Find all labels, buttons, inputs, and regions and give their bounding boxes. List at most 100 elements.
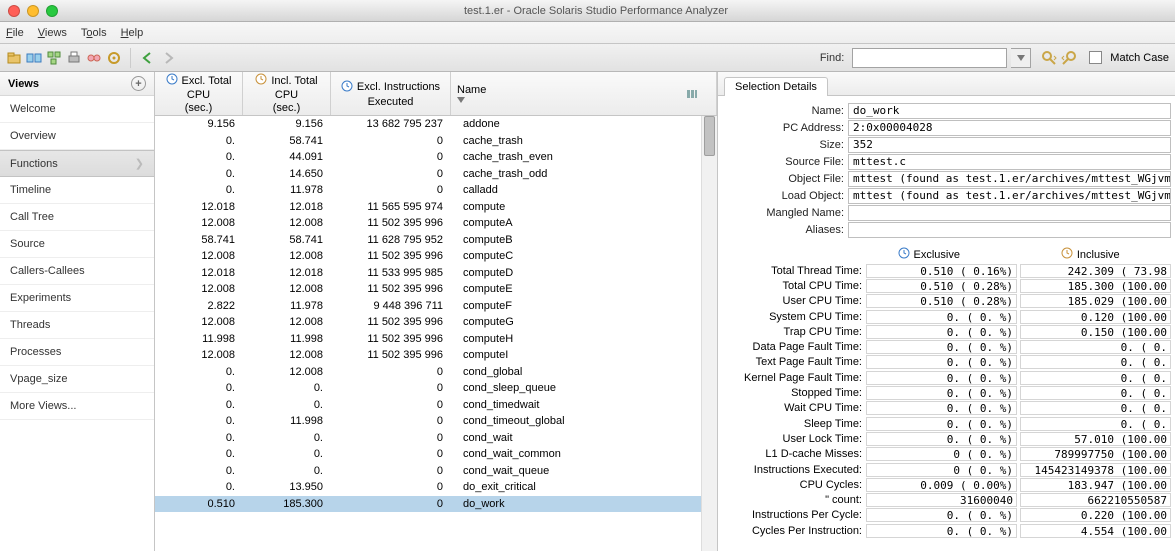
- connect-icon[interactable]: [86, 50, 102, 66]
- sidebar-item-overview[interactable]: Overview: [0, 123, 154, 150]
- cell-name: computeH: [451, 333, 717, 345]
- metric-inclusive: 0. ( 0.: [1020, 355, 1171, 369]
- cell-incl-cpu: 11.998: [243, 415, 331, 427]
- exclusive-icon: [898, 247, 910, 262]
- inclusive-icon: [1061, 247, 1073, 262]
- sidebar-item-call-tree[interactable]: Call Tree: [0, 204, 154, 231]
- table-row[interactable]: 0.0.0cond_wait_common: [155, 446, 717, 463]
- label-object-file: Object File:: [722, 173, 848, 185]
- add-view-icon[interactable]: +: [131, 76, 146, 91]
- cell-excl-cpu: 12.018: [155, 201, 243, 213]
- settings-icon[interactable]: [106, 50, 122, 66]
- table-row[interactable]: 11.99811.99811 502 395 996computeH: [155, 331, 717, 348]
- table-row[interactable]: 9.1569.15613 682 795 237addone: [155, 116, 717, 133]
- column-config-icon[interactable]: [685, 72, 699, 116]
- views-sidebar: Views + WelcomeOverviewFunctions❯Timelin…: [0, 72, 155, 551]
- table-row[interactable]: 12.00812.00811 502 395 996computeI: [155, 347, 717, 364]
- table-scrollbar[interactable]: [701, 116, 717, 551]
- open-experiment-icon[interactable]: [6, 50, 22, 66]
- table-row[interactable]: 0.12.0080cond_global: [155, 364, 717, 381]
- aggregate-icon[interactable]: [46, 50, 62, 66]
- sidebar-item-threads[interactable]: Threads: [0, 312, 154, 339]
- cell-excl-cpu: 12.008: [155, 283, 243, 295]
- cell-excl-cpu: 11.998: [155, 333, 243, 345]
- tab-selection-details[interactable]: Selection Details: [724, 77, 828, 96]
- sidebar-item-source[interactable]: Source: [0, 231, 154, 258]
- cell-name: cond_wait: [451, 432, 717, 444]
- col-excl-instructions[interactable]: Excl. Instructions Executed: [331, 72, 451, 115]
- table-row[interactable]: 0.11.9980cond_timeout_global: [155, 413, 717, 430]
- col-name[interactable]: Name: [451, 72, 717, 115]
- value-object-file: mttest (found as test.1.er/archives/mtte…: [848, 171, 1171, 187]
- sidebar-item-functions[interactable]: Functions❯: [0, 150, 154, 177]
- scrollbar-thumb[interactable]: [704, 116, 715, 156]
- sidebar-item-processes[interactable]: Processes: [0, 339, 154, 366]
- cell-excl-cpu: 12.018: [155, 267, 243, 279]
- menu-tools[interactable]: Tools: [81, 27, 107, 39]
- table-row[interactable]: 12.00812.00811 502 395 996computeG: [155, 314, 717, 331]
- cell-incl-cpu: 12.008: [243, 316, 331, 328]
- metric-inclusive: 0. ( 0.: [1020, 417, 1171, 431]
- forward-icon[interactable]: [161, 50, 177, 66]
- metric-inclusive: 0. ( 0.: [1020, 371, 1171, 385]
- table-row[interactable]: 0.0.0cond_timedwait: [155, 397, 717, 414]
- close-icon[interactable]: [8, 5, 20, 17]
- print-icon[interactable]: [66, 50, 82, 66]
- table-row[interactable]: 12.01812.01811 533 995 985computeD: [155, 265, 717, 282]
- table-row[interactable]: 0.58.7410cache_trash: [155, 133, 717, 150]
- menu-file[interactable]: File: [6, 27, 24, 39]
- sidebar-item-welcome[interactable]: Welcome: [0, 96, 154, 123]
- table-row[interactable]: 0.510185.3000do_work: [155, 496, 717, 513]
- sidebar-item-vpage-size[interactable]: Vpage_size: [0, 366, 154, 393]
- table-row[interactable]: 12.01812.01811 565 595 974compute: [155, 199, 717, 216]
- label-aliases: Aliases:: [722, 224, 848, 236]
- find-prev-icon[interactable]: [1061, 50, 1077, 66]
- col-excl-total-cpu[interactable]: Excl. Total CPU(sec.): [155, 72, 243, 115]
- metric-row: " count:31600040662210550587: [722, 492, 1171, 507]
- sidebar-item-timeline[interactable]: Timeline: [0, 177, 154, 204]
- menu-help[interactable]: Help: [121, 27, 144, 39]
- metric-inclusive: 185.029 (100.00: [1020, 294, 1171, 308]
- cell-excl-cpu: 12.008: [155, 349, 243, 361]
- metric-label: " count:: [722, 494, 866, 506]
- zoom-icon[interactable]: [46, 5, 58, 17]
- table-row[interactable]: 0.13.9500do_exit_critical: [155, 479, 717, 496]
- find-next-icon[interactable]: [1041, 50, 1057, 66]
- table-row[interactable]: 0.0.0cond_sleep_queue: [155, 380, 717, 397]
- match-case-checkbox[interactable]: [1089, 51, 1102, 64]
- find-dropdown[interactable]: [1011, 48, 1031, 68]
- cell-excl-instr: 0: [331, 366, 451, 378]
- table-row[interactable]: 0.11.9780calladd: [155, 182, 717, 199]
- cell-excl-cpu: 0.: [155, 432, 243, 444]
- minimize-icon[interactable]: [27, 5, 39, 17]
- table-row[interactable]: 12.00812.00811 502 395 996computeE: [155, 281, 717, 298]
- cell-incl-cpu: 13.950: [243, 481, 331, 493]
- back-icon[interactable]: [139, 50, 155, 66]
- metric-inclusive: 0.220 (100.00: [1020, 508, 1171, 522]
- cell-excl-instr: 11 502 395 996: [331, 349, 451, 361]
- cell-incl-cpu: 12.008: [243, 349, 331, 361]
- sidebar-item-more-views-[interactable]: More Views...: [0, 393, 154, 420]
- sidebar-item-callers-callees[interactable]: Callers-Callees: [0, 258, 154, 285]
- table-row[interactable]: 0.0.0cond_wait_queue: [155, 463, 717, 480]
- table-row[interactable]: 12.00812.00811 502 395 996computeC: [155, 248, 717, 265]
- metric-row: Data Page Fault Time:0. ( 0. %)0. ( 0.: [722, 339, 1171, 354]
- table-row[interactable]: 12.00812.00811 502 395 996computeA: [155, 215, 717, 232]
- metric-inclusive: 183.947 (100.00: [1020, 478, 1171, 492]
- cell-excl-instr: 0: [331, 135, 451, 147]
- sidebar-item-experiments[interactable]: Experiments: [0, 285, 154, 312]
- metric-row: Wait CPU Time:0. ( 0. %)0. ( 0.: [722, 401, 1171, 416]
- cell-excl-instr: 0: [331, 498, 451, 510]
- compare-icon[interactable]: [26, 50, 42, 66]
- table-row[interactable]: 2.82211.9789 448 396 711computeF: [155, 298, 717, 315]
- metric-exclusive: 0.510 ( 0.28%): [866, 279, 1017, 293]
- col-incl-total-cpu[interactable]: Incl. Total CPU(sec.): [243, 72, 331, 115]
- table-row[interactable]: 0.14.6500cache_trash_odd: [155, 166, 717, 183]
- metric-exclusive: 0. ( 0. %): [866, 310, 1017, 324]
- table-row[interactable]: 0.44.0910cache_trash_even: [155, 149, 717, 166]
- table-row[interactable]: 58.74158.74111 628 795 952computeB: [155, 232, 717, 249]
- find-input[interactable]: [852, 48, 1007, 68]
- table-row[interactable]: 0.0.0cond_wait: [155, 430, 717, 447]
- menu-views[interactable]: Views: [38, 27, 67, 39]
- cell-incl-cpu: 9.156: [243, 118, 331, 130]
